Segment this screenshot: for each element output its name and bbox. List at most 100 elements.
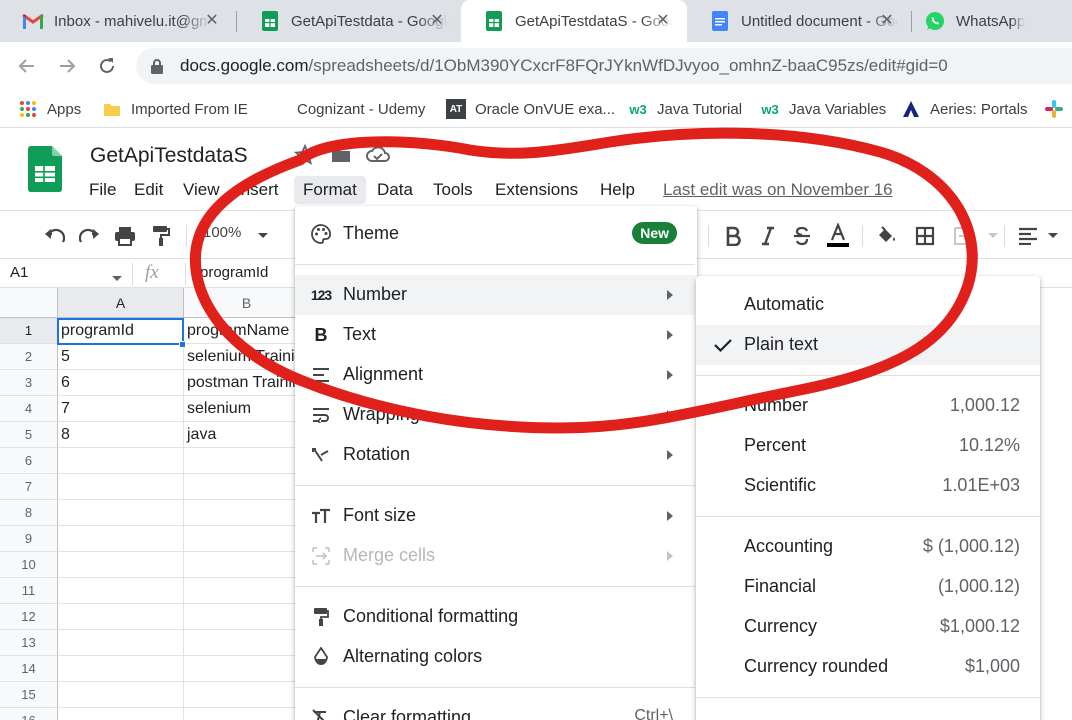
number-format-scientific[interactable]: Scientific 1.01E+03 — [696, 466, 1040, 506]
number-format-automatic[interactable]: Automatic — [696, 285, 1040, 325]
zoom-dropdown-button[interactable] — [250, 223, 276, 249]
star-icon[interactable] — [293, 143, 318, 168]
bookmark-java-variables[interactable]: w3 Java Variables — [760, 98, 886, 120]
grid-cell[interactable] — [58, 656, 184, 682]
row-header[interactable]: 4 — [0, 396, 58, 422]
row-header[interactable]: 13 — [0, 630, 58, 656]
align-dropdown-button[interactable] — [1040, 223, 1066, 249]
row-header[interactable]: 1 — [0, 318, 58, 344]
number-format-plain-text[interactable]: Plain text — [696, 325, 1040, 365]
horizontal-align-button[interactable] — [1016, 223, 1042, 249]
grid-cell[interactable] — [184, 630, 310, 656]
column-header-a[interactable]: A — [58, 288, 184, 318]
tab-sheets-1[interactable]: GetApiTestdata - Google Sheets ✕ — [237, 0, 461, 42]
grid-cell[interactable]: 6 — [58, 370, 184, 396]
bold-button[interactable] — [720, 223, 746, 249]
menu-item-wrapping[interactable]: Wrapping — [295, 395, 695, 435]
number-format-number[interactable]: Number 1,000.12 — [696, 386, 1040, 426]
grid-cell[interactable] — [58, 526, 184, 552]
menu-extensions[interactable]: Extensions — [486, 176, 587, 204]
menu-item-font-size[interactable]: Font size — [295, 496, 695, 536]
fill-color-button[interactable] — [873, 223, 899, 249]
grid-cell[interactable] — [184, 474, 310, 500]
menu-data[interactable]: Data — [368, 176, 422, 204]
grid-cell[interactable] — [184, 682, 310, 708]
move-folder-icon[interactable] — [330, 144, 354, 168]
close-icon[interactable]: ✕ — [202, 11, 222, 31]
tab-docs[interactable]: Untitled document - Google Docs ✕ — [687, 0, 911, 42]
row-header[interactable]: 3 — [0, 370, 58, 396]
menu-item-rotation[interactable]: Rotation — [295, 435, 695, 475]
number-format-financial[interactable]: Financial (1,000.12) — [696, 567, 1040, 607]
grid-cell[interactable] — [184, 604, 310, 630]
merge-cells-button[interactable] — [950, 223, 976, 249]
strikethrough-button[interactable] — [789, 223, 815, 249]
merge-dropdown-button[interactable] — [980, 223, 1006, 249]
grid-cell[interactable] — [58, 500, 184, 526]
bookmark-apps[interactable]: Apps — [18, 98, 81, 120]
grid-cell[interactable] — [58, 448, 184, 474]
grid-cell[interactable] — [58, 604, 184, 630]
number-format-accounting[interactable]: Accounting $ (1,000.12) — [696, 527, 1040, 567]
grid-cell[interactable]: selenium — [184, 396, 310, 422]
row-header[interactable]: 15 — [0, 682, 58, 708]
menu-edit[interactable]: Edit — [125, 176, 172, 204]
italic-button[interactable] — [755, 223, 781, 249]
bookmark-oracle-onvue[interactable]: AT Oracle OnVUE exa... — [446, 98, 615, 120]
borders-button[interactable] — [912, 223, 938, 249]
grid-cell[interactable] — [184, 656, 310, 682]
grid-cell[interactable] — [58, 682, 184, 708]
menu-file[interactable]: File — [80, 176, 125, 204]
menu-tools[interactable]: Tools — [424, 176, 482, 204]
menu-item-text[interactable]: B Text — [295, 315, 695, 355]
formula-input[interactable]: programId — [200, 264, 268, 281]
grid-cell[interactable] — [58, 578, 184, 604]
grid-cell[interactable]: postman Training — [184, 370, 310, 396]
grid-cell[interactable] — [184, 500, 310, 526]
tab-whatsapp[interactable]: WhatsApp — [912, 0, 1072, 42]
row-header[interactable]: 14 — [0, 656, 58, 682]
last-edit-link[interactable]: Last edit was on November 16 — [663, 176, 893, 204]
bookmark-imported-from-ie[interactable]: Imported From IE — [102, 98, 248, 120]
tab-sheets-active[interactable]: GetApiTestdataS - Google Sheets ✕ — [461, 0, 687, 42]
row-header[interactable]: 16 — [0, 708, 58, 720]
grid-cell[interactable]: 7 — [58, 396, 184, 422]
grid-cell[interactable]: programName — [184, 318, 310, 344]
redo-button[interactable] — [77, 223, 103, 249]
grid-cell[interactable] — [58, 552, 184, 578]
name-box[interactable]: A1 — [10, 264, 28, 281]
grid-cell[interactable] — [58, 630, 184, 656]
address-bar[interactable]: docs.google.com/spreadsheets/d/1ObM390YC… — [136, 48, 1072, 84]
chevron-down-icon[interactable] — [112, 269, 122, 287]
menu-insert[interactable]: Insert — [227, 176, 288, 204]
document-title[interactable]: GetApiTestdataS — [90, 144, 248, 168]
menu-item-alignment[interactable]: Alignment — [295, 355, 695, 395]
bookmark-java-tutorial[interactable]: w3 Java Tutorial — [628, 98, 742, 120]
menu-help[interactable]: Help — [591, 176, 644, 204]
menu-item-clear-formatting[interactable]: Clear formatting Ctrl+\ — [295, 698, 695, 720]
grid-cell[interactable] — [58, 474, 184, 500]
close-icon[interactable]: ✕ — [877, 11, 897, 31]
number-format-percent[interactable]: Percent 10.12% — [696, 426, 1040, 466]
menu-item-theme[interactable]: Theme New — [295, 214, 695, 254]
row-header[interactable]: 6 — [0, 448, 58, 474]
menu-item-conditional-formatting[interactable]: Conditional formatting — [295, 597, 695, 637]
close-icon[interactable]: ✕ — [653, 11, 673, 31]
sheets-logo-icon[interactable] — [28, 146, 62, 197]
row-header[interactable]: 12 — [0, 604, 58, 630]
text-color-button[interactable] — [825, 223, 851, 249]
grid-cell[interactable] — [58, 708, 184, 720]
select-all-corner[interactable] — [0, 288, 58, 318]
row-header[interactable]: 5 — [0, 422, 58, 448]
grid-cell[interactable]: 5 — [58, 344, 184, 370]
bookmark-aeries-portals[interactable]: Aeries: Portals — [901, 98, 1028, 120]
row-header[interactable]: 2 — [0, 344, 58, 370]
grid-cell[interactable] — [184, 578, 310, 604]
grid-cell[interactable] — [184, 526, 310, 552]
menu-item-number[interactable]: 123 Number — [295, 275, 695, 315]
undo-button[interactable] — [41, 223, 67, 249]
row-header[interactable]: 8 — [0, 500, 58, 526]
grid-cell[interactable]: java — [184, 422, 310, 448]
reload-button[interactable] — [93, 52, 121, 80]
close-icon[interactable]: ✕ — [427, 11, 447, 31]
